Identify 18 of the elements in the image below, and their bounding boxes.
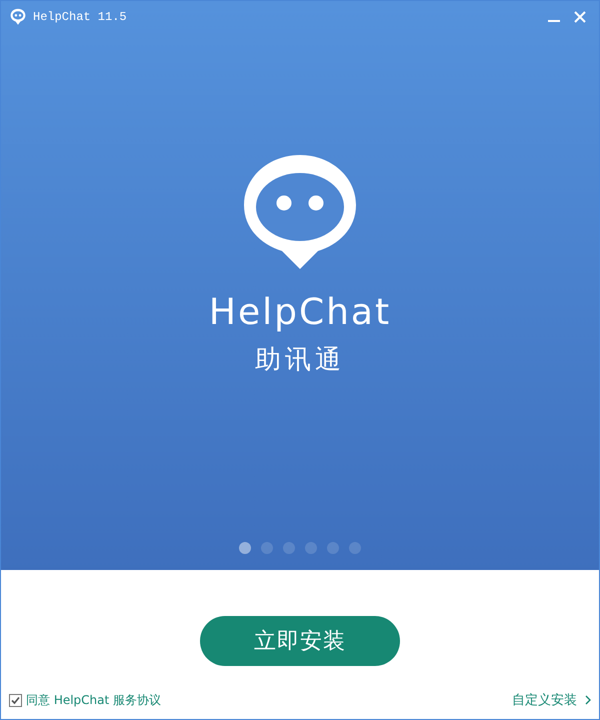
chevron-right-icon [585, 695, 591, 706]
carousel-dot[interactable] [261, 542, 273, 554]
carousel-dot[interactable] [305, 542, 317, 554]
agree-checkbox[interactable] [9, 694, 22, 707]
minimize-icon [548, 20, 560, 22]
carousel-dot[interactable] [349, 542, 361, 554]
custom-install-link[interactable]: 自定义安装 [512, 690, 591, 710]
carousel-dot[interactable] [283, 542, 295, 554]
install-button[interactable]: 立即安装 [200, 616, 400, 666]
carousel-dot[interactable] [239, 542, 251, 554]
carousel-dot[interactable] [327, 542, 339, 554]
app-logo-icon [9, 8, 27, 26]
app-subtitle: 助讯通 [255, 347, 345, 373]
close-icon [573, 10, 587, 24]
window-title: HelpChat 11.5 [33, 9, 127, 26]
agreement-label: 同意 HelpChat 服务协议 [26, 692, 162, 710]
chat-logo-icon [244, 155, 356, 269]
app-name: HelpChat [208, 295, 392, 331]
